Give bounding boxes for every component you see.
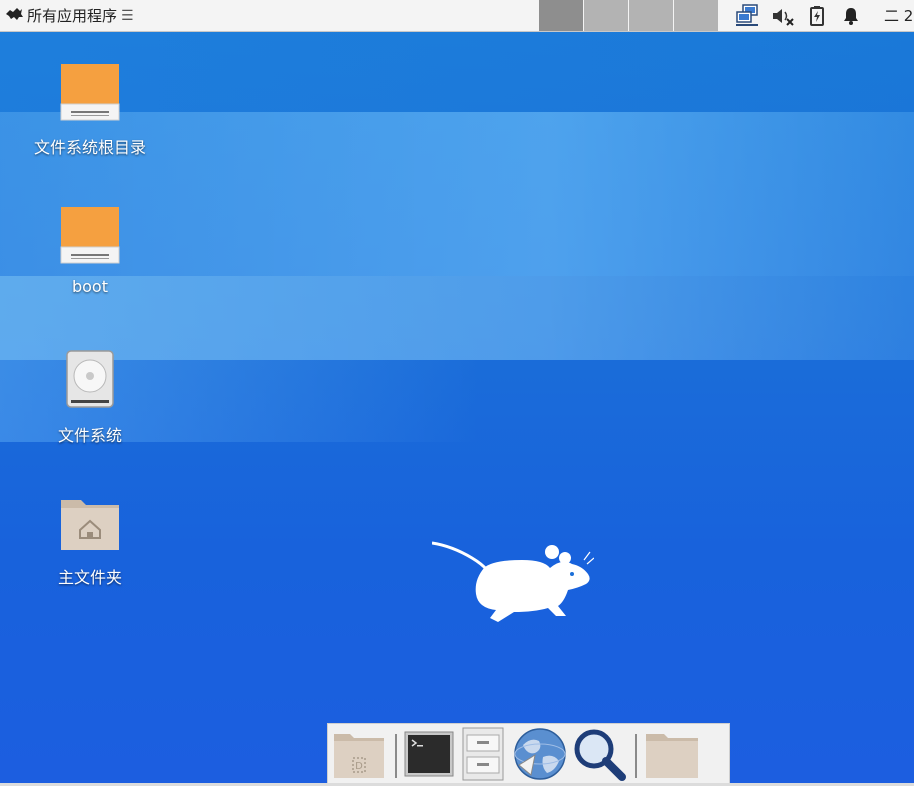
svg-text:D: D [355, 761, 363, 772]
workspace-switcher[interactable] [539, 0, 719, 31]
applications-menu-label: 所有应用程序 [27, 7, 118, 25]
notification-bell-icon[interactable] [834, 0, 868, 31]
desktop-icon-filesystem[interactable]: 文件系统 [10, 348, 170, 446]
dock-separator [395, 733, 397, 778]
clock[interactable]: 二 2 [884, 5, 913, 26]
dock-separator [635, 733, 637, 778]
workspace-1[interactable] [539, 0, 583, 31]
show-desktop-icon: D [332, 728, 386, 784]
desktop-icon-home-folder[interactable]: 主文件夹 [10, 492, 170, 588]
desktop-icon-root-filesystem[interactable]: 文件系统根目录 [10, 62, 170, 158]
workspace-2[interactable] [584, 0, 628, 31]
drive-orange-icon [59, 205, 121, 271]
web-browser-icon [513, 727, 567, 785]
xfce-mouse-icon [4, 5, 24, 27]
terminal-icon [404, 731, 454, 781]
file-manager-icon [461, 727, 505, 785]
folder-icon [644, 728, 700, 784]
drive-orange-icon [59, 62, 121, 128]
volume-muted-icon[interactable] [766, 0, 800, 31]
desktop-icon-label: boot [71, 277, 108, 296]
desktop-icon-label: 文件系统根目录 [33, 138, 146, 157]
search-icon [572, 727, 628, 785]
home-folder-icon [59, 492, 121, 558]
workspace-3[interactable] [629, 0, 673, 31]
terminal-button[interactable] [402, 724, 456, 786]
folder-button[interactable] [642, 724, 702, 786]
top-panel: 所有应用程序 ☰ 二 2 [0, 0, 914, 32]
search-button[interactable] [570, 724, 630, 786]
menu-separator: ☰ [121, 7, 134, 24]
hard-disk-icon [59, 348, 121, 416]
applications-menu-button[interactable]: 所有应用程序 ☰ [0, 0, 134, 31]
dock-panel: D [327, 723, 730, 786]
file-manager-button[interactable] [456, 724, 510, 786]
desktop-icon-label: 主文件夹 [57, 568, 122, 587]
battery-charging-icon[interactable] [800, 0, 834, 31]
system-tray [730, 0, 868, 31]
desktop-icon-label: 文件系统 [57, 426, 122, 445]
xfce-mouse-logo [431, 538, 595, 632]
web-browser-button[interactable] [510, 724, 570, 786]
network-icon[interactable] [730, 0, 766, 31]
desktop-icon-boot[interactable]: boot [10, 205, 170, 296]
show-desktop-button[interactable]: D [328, 724, 390, 786]
desktop-screen: 所有应用程序 ☰ 二 2 文件系统根目录 boot 文件系统 主文件夹 D [0, 0, 914, 786]
workspace-4[interactable] [674, 0, 718, 31]
